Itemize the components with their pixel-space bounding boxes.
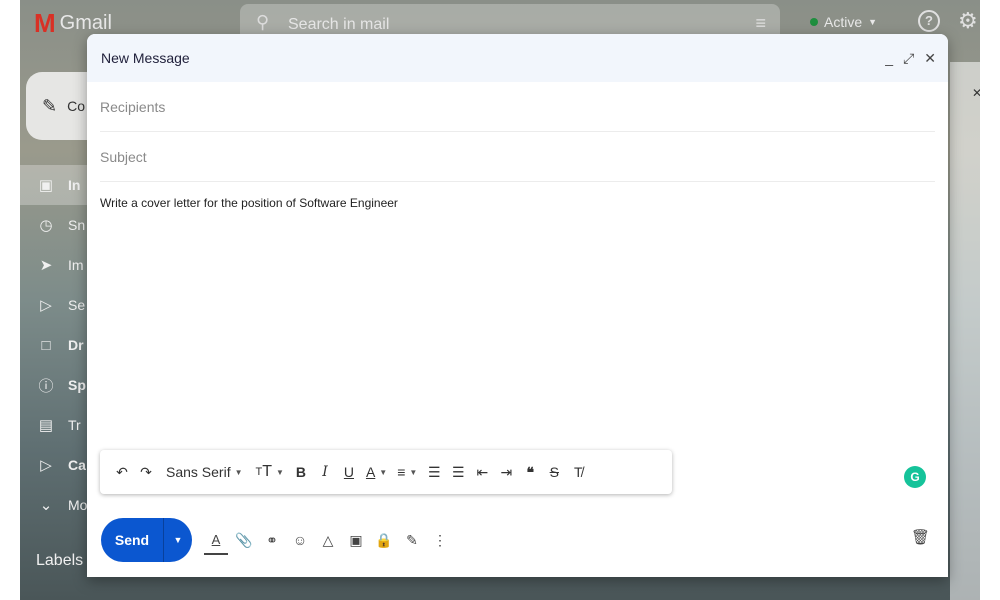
gmail-logo[interactable]: M Gmail <box>34 10 112 36</box>
gmail-m-icon: M <box>34 8 56 38</box>
remove-formatting-icon[interactable]: T̸ <box>566 457 590 487</box>
sidebar-item-label: Ca <box>68 457 86 473</box>
insert-link-icon[interactable]: ⚭ <box>260 525 284 555</box>
footer-actions: A 📎 ⚭ ☺ △ ▣ 🔒 ✎ ⋮ <box>204 525 452 555</box>
chevron-down-icon: ▼ <box>234 467 243 477</box>
formatting-toolbar: ↶ ↷ Sans Serif ▼ TT ▼ B I U A ▼ ≡ ▼ ☰ ☰ ⇤… <box>100 450 672 494</box>
compose-footer: Send ▼ A 📎 ⚭ ☺ △ ▣ 🔒 ✎ ⋮ 🗑 <box>101 517 936 563</box>
sidebar-item-label: Tr <box>68 417 81 433</box>
discard-draft-icon[interactable]: 🗑 <box>911 528 930 546</box>
message-body[interactable]: Write a cover letter for the position of… <box>100 196 935 446</box>
chevron-down-icon: ▼ <box>409 467 418 477</box>
undo-icon[interactable]: ↶ <box>110 457 134 487</box>
sidebar-item-label: Sp <box>68 377 86 393</box>
inbox-icon: ▣ <box>38 177 54 194</box>
align-icon[interactable]: ≡ ▼ <box>392 457 422 487</box>
draft-icon: □ <box>41 336 51 354</box>
recipients-input[interactable] <box>100 98 935 115</box>
indent-more-icon[interactable]: ⇥ <box>494 457 518 487</box>
confidential-mode-icon[interactable]: 🔒 <box>372 525 396 555</box>
font-family-label: Sans Serif <box>166 464 231 480</box>
subject-row <box>100 132 935 182</box>
close-icon[interactable]: ✕ <box>972 86 980 100</box>
attach-file-icon[interactable]: 📎 <box>232 525 256 555</box>
indent-less-icon[interactable]: ⇤ <box>470 457 494 487</box>
gear-icon[interactable]: ⚙ <box>958 8 978 34</box>
grammarly-icon[interactable]: G <box>904 466 926 488</box>
search-placeholder: Search in mail <box>288 16 390 33</box>
clock-icon: ◷ <box>39 217 53 234</box>
strikethrough-icon[interactable]: S <box>542 457 566 487</box>
close-icon[interactable]: ✕ <box>924 50 936 67</box>
logo-text: Gmail <box>59 11 112 34</box>
text-color-icon[interactable]: A ▼ <box>361 457 392 487</box>
chevron-down-icon: ▼ <box>276 467 284 477</box>
recipients-row <box>100 82 935 132</box>
send-icon: ▷ <box>40 297 52 314</box>
label-icon: ➤ <box>39 257 53 274</box>
compose-button-label: Co <box>67 98 85 114</box>
chevron-down-icon: ▼ <box>379 467 388 477</box>
filter-options-icon[interactable]: ≡ <box>755 13 766 34</box>
numbered-list-icon[interactable]: ☰ <box>422 457 446 487</box>
labels-heading: Labels <box>36 552 84 569</box>
redo-icon[interactable]: ↷ <box>134 457 158 487</box>
side-panel: ✕ <box>950 62 980 600</box>
minimize-icon[interactable]: _ <box>885 50 893 66</box>
underline-icon[interactable]: U <box>337 457 361 487</box>
formatting-options-icon[interactable]: A <box>204 525 228 555</box>
font-family-select[interactable]: Sans Serif ▼ <box>158 457 251 487</box>
signature-icon[interactable]: ✎ <box>400 525 424 555</box>
compose-window: New Message _ ⤢ ✕ Write a cover letter f… <box>87 34 948 577</box>
insert-photo-icon[interactable]: ▣ <box>344 525 368 555</box>
chevron-down-icon: ⌄ <box>39 497 53 514</box>
trash-icon: ▤ <box>38 417 54 434</box>
window-controls: _ ⤢ ✕ <box>885 50 936 67</box>
send-button[interactable]: Send <box>101 532 163 548</box>
chevron-down-icon: ▼ <box>868 17 878 27</box>
help-icon[interactable]: ? <box>918 10 940 32</box>
search-icon[interactable]: ⚲ <box>256 12 269 33</box>
quote-icon[interactable]: ❝ <box>518 457 542 487</box>
font-size-icon[interactable]: TT ▼ <box>251 457 289 487</box>
italic-icon[interactable]: I <box>313 457 337 487</box>
compose-title: New Message <box>101 50 190 66</box>
sidebar-item-label: Sn <box>68 217 86 233</box>
pencil-icon: ✎ <box>42 95 58 116</box>
subject-input[interactable] <box>100 148 935 165</box>
status-label: Active <box>824 14 863 30</box>
compose-header[interactable]: New Message _ ⤢ ✕ <box>87 34 948 82</box>
schedule-send-dropdown[interactable]: ▼ <box>164 535 192 545</box>
sidebar-item-label: Mo <box>68 497 88 513</box>
send-button-group: Send ▼ <box>101 518 192 562</box>
bulleted-list-icon[interactable]: ☰ <box>446 457 470 487</box>
status-dot <box>810 18 818 26</box>
more-options-icon[interactable]: ⋮ <box>428 525 452 555</box>
drive-icon[interactable]: △ <box>316 525 340 555</box>
sidebar-item-label: Im <box>68 257 84 273</box>
exit-fullscreen-icon[interactable]: ⤢ <box>903 50 914 67</box>
sidebar-item-label: Dr <box>68 337 84 353</box>
status-indicator[interactable]: Active ▼ <box>810 14 877 30</box>
emoji-icon[interactable]: ☺ <box>288 525 312 555</box>
sidebar-item-label: In <box>68 177 81 193</box>
sidebar-item-label: Se <box>68 297 86 313</box>
category-icon: ▷ <box>40 457 52 474</box>
bold-icon[interactable]: B <box>289 457 313 487</box>
spam-icon: ⓘ <box>38 377 54 395</box>
